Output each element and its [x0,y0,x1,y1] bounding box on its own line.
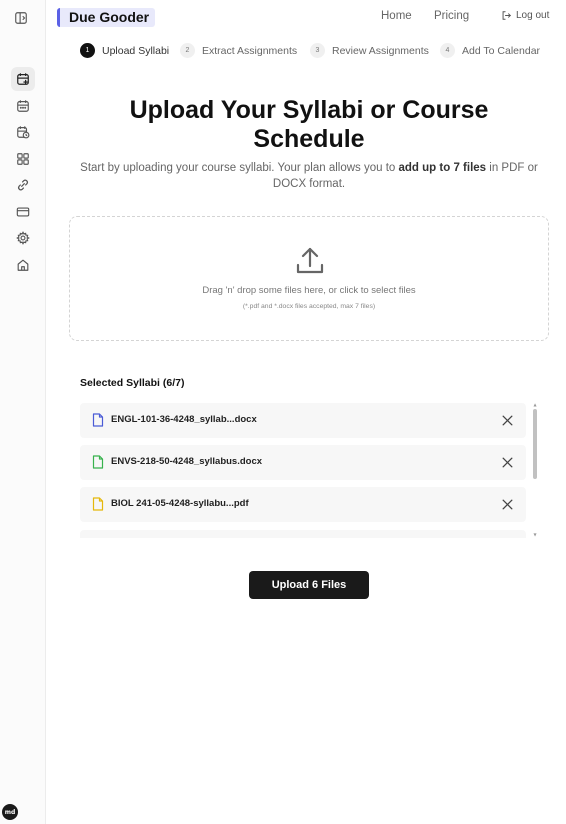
step-add-to-calendar[interactable]: 4 Add To Calendar [440,43,540,58]
document-icon [92,497,104,511]
file-dropzone[interactable]: Drag 'n' drop some files here, or click … [69,216,549,341]
remove-file-button[interactable] [501,498,514,511]
gear-icon[interactable] [11,226,35,250]
file-name: BIOL 241-05-4248-syllabu...pdf [111,498,249,509]
calendar-plus-icon[interactable] [11,67,35,91]
avatar[interactable]: md [2,804,18,820]
page-title-line-2: Schedule [253,125,365,153]
step-label: Upload Syllabi [102,44,170,57]
nav-home-link[interactable]: Home [381,10,412,22]
step-number: 1 [80,43,95,58]
link-icon[interactable] [11,173,35,197]
file-name: ENGL-101-36-4248_syllab...docx [111,414,257,425]
brand-logo[interactable]: Due Gooder [57,8,156,27]
document-icon [92,413,104,427]
subtitle-emphasis: add up to 7 files [398,162,487,174]
step-number: 3 [310,43,325,58]
page-title-line-1: Upload Your Syllabi or Course [129,96,489,124]
logout-button[interactable]: Log out [501,10,549,21]
step-number: 2 [180,43,195,58]
logout-icon [502,11,511,20]
calendar-icon[interactable] [11,94,35,118]
file-item: ENVS-218-50-4248_syllabus.docx [80,445,526,480]
file-item [80,530,526,538]
document-icon [92,455,104,469]
step-extract-assignments[interactable]: 2 Extract Assignments [180,43,297,58]
upload-icon [296,247,324,274]
subtitle-text: Start by uploading your course syllabi. … [80,162,399,174]
file-name: ENVS-218-50-4248_syllabus.docx [111,456,263,467]
file-list-scrollbar[interactable]: ▲ ▼ [532,403,538,538]
credit-card-icon[interactable] [11,200,35,224]
scroll-up-arrow[interactable]: ▲ [533,403,537,407]
remove-file-button[interactable] [501,456,514,469]
selected-files-heading: Selected Syllabi (6/7) [80,377,185,389]
dropzone-file-requirements: (*.pdf and *.docx files accepted, max 7 … [242,303,376,310]
step-review-assignments[interactable]: 3 Review Assignments [310,43,429,58]
page-title: Upload Your Syllabi or Course Schedule [60,96,558,154]
sidebar-toggle-icon[interactable] [9,6,33,30]
step-label: Add To Calendar [462,44,541,57]
step-upload-syllabi[interactable]: 1 Upload Syllabi [80,43,169,58]
scroll-down-arrow[interactable]: ▼ [533,533,537,537]
logout-label: Log out [516,10,550,21]
selected-files-list[interactable]: ENGL-101-36-4248_syllab...docx ENVS-218-… [80,403,526,538]
nav-pricing-link[interactable]: Pricing [434,10,469,22]
file-item: ENGL-101-36-4248_syllab...docx [80,403,526,438]
remove-file-button[interactable] [501,414,514,427]
step-label: Review Assignments [332,44,429,57]
grid-icon[interactable] [11,147,35,171]
step-label: Extract Assignments [202,44,298,57]
dropzone-instructions: Drag 'n' drop some files here, or click … [202,285,416,296]
upload-files-button[interactable]: Upload 6 Files [249,571,369,599]
scrollbar-thumb[interactable] [533,409,537,479]
home-icon[interactable] [11,253,35,277]
file-item: BIOL 241-05-4248-syllabu...pdf [80,487,526,522]
page-subtitle: Start by uploading your course syllabi. … [70,160,548,192]
sidebar: md [0,0,46,824]
calendar-clock-icon[interactable] [11,120,35,144]
step-number: 4 [440,43,455,58]
